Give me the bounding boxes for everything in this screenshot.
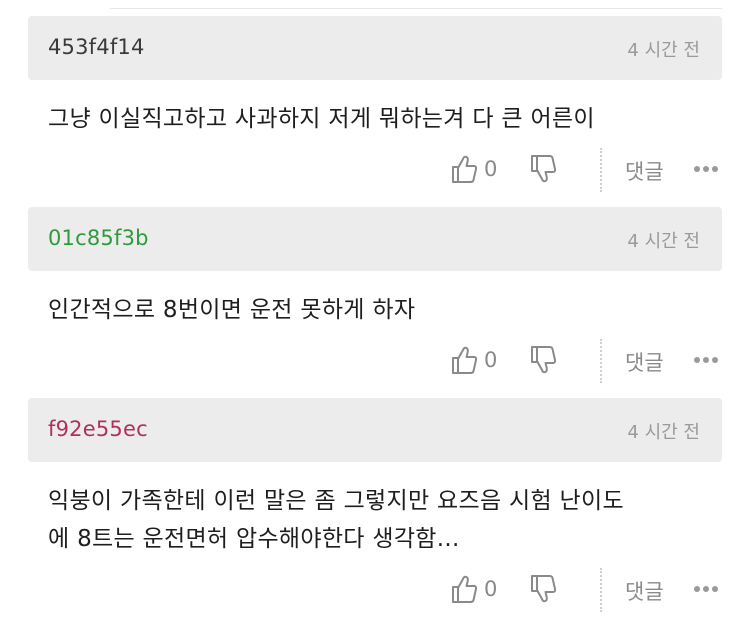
like-button[interactable]: 0 — [450, 574, 497, 604]
comment-actions: 0 댓글 — [28, 142, 722, 200]
more-options-icon[interactable] — [694, 586, 718, 592]
comment-text-line: 그냥 이실직고하고 사과하지 저게 뭐하는겨 다 큰 어른이 — [48, 106, 595, 132]
comment-text: 인간적으로 8번이면 운전 못하게 하자 — [28, 291, 722, 329]
action-divider — [600, 339, 602, 383]
comment-timestamp: 4 시간 전 — [627, 231, 700, 252]
thumbs-down-icon — [529, 345, 557, 375]
thumbs-down-icon — [529, 154, 557, 184]
comment-text: 그냥 이실직고하고 사과하지 저게 뭐하는겨 다 큰 어른이 — [28, 100, 722, 138]
reply-button[interactable]: 댓글 — [625, 347, 664, 377]
comment-user-id[interactable]: f92e55ec — [48, 417, 148, 441]
action-divider — [600, 148, 602, 192]
like-button[interactable]: 0 — [450, 345, 497, 375]
comment-header: f92e55ec 4 시간 전 — [28, 398, 722, 462]
comment-actions: 0 댓글 — [28, 562, 722, 620]
dislike-button[interactable] — [529, 154, 557, 184]
reply-button[interactable]: 댓글 — [625, 156, 664, 186]
comment-user-id[interactable]: 01c85f3b — [48, 226, 149, 250]
comment-text: 익붕이 가족한테 이런 말은 좀 그렇지만 요즈음 시험 난이도 에 8트는 운… — [28, 482, 722, 558]
comment-text-line: 익붕이 가족한테 이런 말은 좀 그렇지만 요즈음 시험 난이도 — [48, 488, 624, 514]
thumbs-up-icon — [450, 574, 478, 604]
like-count: 0 — [484, 348, 498, 372]
comment-item: f92e55ec 4 시간 전 익붕이 가족한테 이런 말은 좀 그렇지만 요즈… — [28, 398, 722, 620]
like-count: 0 — [484, 157, 498, 181]
comment-header: 453f4f14 4 시간 전 — [28, 16, 722, 80]
comment-item: 01c85f3b 4 시간 전 인간적으로 8번이면 운전 못하게 하자 0 댓… — [28, 207, 722, 391]
like-count: 0 — [484, 577, 498, 601]
comment-actions: 0 댓글 — [28, 333, 722, 391]
comment-text-line: 인간적으로 8번이면 운전 못하게 하자 — [48, 297, 416, 323]
comment-timestamp: 4 시간 전 — [627, 422, 700, 443]
reply-button[interactable]: 댓글 — [625, 576, 664, 606]
comment-header: 01c85f3b 4 시간 전 — [28, 207, 722, 271]
more-options-icon[interactable] — [694, 166, 718, 172]
like-button[interactable]: 0 — [450, 154, 497, 184]
comment-text-line: 에 8트는 운전면허 압수해야한다 생각함... — [48, 526, 460, 552]
more-options-icon[interactable] — [694, 357, 718, 363]
comment-item: 453f4f14 4 시간 전 그냥 이실직고하고 사과하지 저게 뭐하는겨 다… — [28, 16, 722, 200]
action-divider — [600, 568, 602, 612]
comment-timestamp: 4 시간 전 — [627, 40, 700, 61]
thumbs-down-icon — [529, 574, 557, 604]
top-divider — [110, 8, 722, 9]
thumbs-up-icon — [450, 345, 478, 375]
thumbs-up-icon — [450, 154, 478, 184]
dislike-button[interactable] — [529, 345, 557, 375]
dislike-button[interactable] — [529, 574, 557, 604]
comment-user-id[interactable]: 453f4f14 — [48, 35, 145, 59]
